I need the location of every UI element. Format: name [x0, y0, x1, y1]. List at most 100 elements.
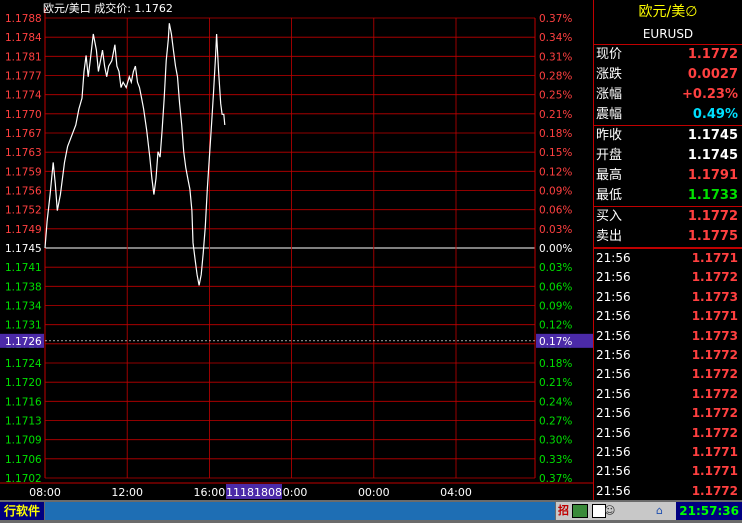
quote-value: 1.1733 [687, 188, 738, 203]
percent-tick-label: 0.31% [539, 51, 572, 63]
tick-time: 21:56 [596, 270, 631, 285]
time-tick-label: 08:00 [29, 486, 61, 499]
quote-label: 昨收 [596, 128, 623, 143]
tick-time: 21:56 [596, 464, 631, 479]
time-tick-label: 04:00 [440, 486, 472, 499]
quote-row: 涨幅 +0.23% [594, 85, 742, 105]
quote-label: 最高 [596, 168, 623, 183]
percent-tick-label: 0.33% [539, 454, 572, 466]
percent-tick-label: 0.12% [539, 320, 572, 332]
tick-price: 1.1772 [691, 347, 738, 362]
status-bar: 行软件 招 ☺ ⌂ 21:57:36 [0, 500, 742, 523]
price-tick-label: 1.1716 [5, 396, 42, 408]
quote-value: 1.1791 [687, 168, 738, 183]
intraday-chart[interactable]: 1.1788 1.1784 1.1781 1.1777 1.1774 1.1770 1.17… [0, 0, 593, 500]
quote-value: 1.1772 [687, 209, 738, 224]
tick-price: 1.1771 [691, 309, 738, 324]
percent-tick-label: 0.12% [539, 166, 572, 178]
tick-price: 1.1772 [691, 386, 738, 401]
tick-price: 1.1772 [691, 425, 738, 440]
tick-row: 21:56 1.1773 [594, 327, 742, 346]
percent-tick-label: 0.21% [539, 377, 572, 389]
tick-price: 1.1772 [691, 406, 738, 421]
quote-value: +0.23% [682, 87, 738, 102]
quote-label: 买入 [596, 209, 623, 224]
time-tick-label: 12:00 [111, 486, 143, 499]
clock: 21:57:36 [676, 502, 742, 520]
price-tick-label: 1.1781 [5, 51, 42, 63]
tick-row: 21:56 1.1772 [594, 268, 742, 287]
price-tick-label: 1.1720 [5, 377, 42, 389]
price-tick-label: 1.1734 [5, 301, 42, 313]
percent-tick-label: 0.24% [539, 396, 572, 408]
tick-row: 21:56 1.1773 [594, 288, 742, 307]
quote-row: 买入 1.1772 [594, 207, 742, 227]
quote-label: 涨幅 [596, 87, 623, 102]
price-tick-label: 1.1702 [5, 473, 42, 485]
quote-row: 最低 1.1733 [594, 186, 742, 207]
percent-tick-label: 0.15% [539, 147, 572, 159]
tick-row: 21:56 1.1771 [594, 443, 742, 462]
symbol-code: EURUSD [594, 24, 742, 45]
chart-header: 欧元/美口 成交价: 1.1762 [43, 1, 173, 15]
quote-value: 1.1745 [687, 148, 738, 163]
quote-panel: 欧元/美∅ EURUSD 现价 1.1772 涨跌 0.0027 涨幅 +0.23% 震幅 0… [593, 0, 742, 500]
price-tick-label: 1.1745 [5, 243, 42, 255]
tick-list[interactable]: 21:56 1.1771 21:56 1.1772 21:56 1.1773 21:56 1.… [594, 248, 742, 501]
price-tick-label: 1.1777 [5, 71, 42, 83]
ticker-strip[interactable] [45, 502, 555, 520]
quote-row: 涨跌 0.0027 [594, 65, 742, 85]
quote-row: 最高 1.1791 [594, 166, 742, 186]
tick-row: 21:56 1.1772 [594, 385, 742, 404]
person-icon[interactable]: ☺ [604, 502, 615, 520]
price-tick-label: 1.1724 [5, 358, 42, 370]
percent-tick-label: 0.09% [539, 186, 572, 198]
quote-row: 昨收 1.1745 [594, 126, 742, 146]
tick-row: 21:56 1.1771 [594, 249, 742, 268]
quote-label: 最低 [596, 188, 623, 203]
tick-row: 21:56 1.1772 [594, 346, 742, 365]
tick-row: 21:56 1.1771 [594, 307, 742, 326]
price-tick-label: 1.1713 [5, 416, 42, 428]
price-tick-label: 1.1741 [5, 262, 42, 274]
price-tick-label: 1.1774 [5, 90, 42, 102]
tool-label[interactable]: 招 [558, 502, 569, 520]
tick-price: 1.1772 [691, 483, 738, 498]
quote-label: 开盘 [596, 148, 623, 163]
tick-time: 21:56 [596, 483, 631, 498]
price-tick-label: 1.1738 [5, 281, 42, 293]
monitor-icon[interactable] [572, 504, 588, 518]
quote-label: 卖出 [596, 229, 623, 244]
tick-price: 1.1771 [691, 444, 738, 459]
tick-time: 21:56 [596, 251, 631, 265]
percent-tick-label: 0.03% [539, 224, 572, 236]
home-icon[interactable]: ⌂ [656, 502, 663, 520]
tick-price: 1.1772 [691, 270, 738, 285]
tick-price: 1.1772 [691, 367, 738, 382]
tick-row: 21:56 1.1772 [594, 424, 742, 443]
tick-row: 21:56 1.1772 [594, 404, 742, 423]
tick-price: 1.1773 [691, 289, 738, 304]
tick-price: 1.1773 [691, 328, 738, 343]
price-tick-label: 1.1770 [5, 109, 42, 121]
price-tick-label: 1.1709 [5, 435, 42, 447]
price-tick-label: 1.1763 [5, 147, 42, 159]
price-tick-label: 1.1752 [5, 205, 42, 217]
price-tick-label: 1.1731 [5, 320, 42, 332]
cursor-time: 11181808 [226, 486, 282, 499]
percent-tick-label: 0.30% [539, 435, 572, 447]
tick-time: 21:56 [596, 328, 631, 343]
price-tick-label: 1.1756 [5, 186, 42, 198]
percent-tick-label: 0.27% [539, 416, 572, 428]
tick-time: 21:56 [596, 406, 631, 421]
quote-row: 开盘 1.1745 [594, 146, 742, 166]
tick-time: 21:56 [596, 386, 631, 401]
percent-tick-label: 0.25% [539, 90, 572, 102]
tick-price: 1.1771 [691, 464, 738, 479]
tick-time: 21:56 [596, 309, 631, 324]
quote-list: 现价 1.1772 涨跌 0.0027 涨幅 +0.23% 震幅 0.49% 昨收 1.1745 开… [594, 45, 742, 248]
brand-label: 行软件 [0, 502, 45, 520]
quote-value: 1.1745 [687, 128, 738, 143]
quote-value: 1.1772 [687, 47, 738, 62]
percent-tick-label: 0.09% [539, 301, 572, 313]
